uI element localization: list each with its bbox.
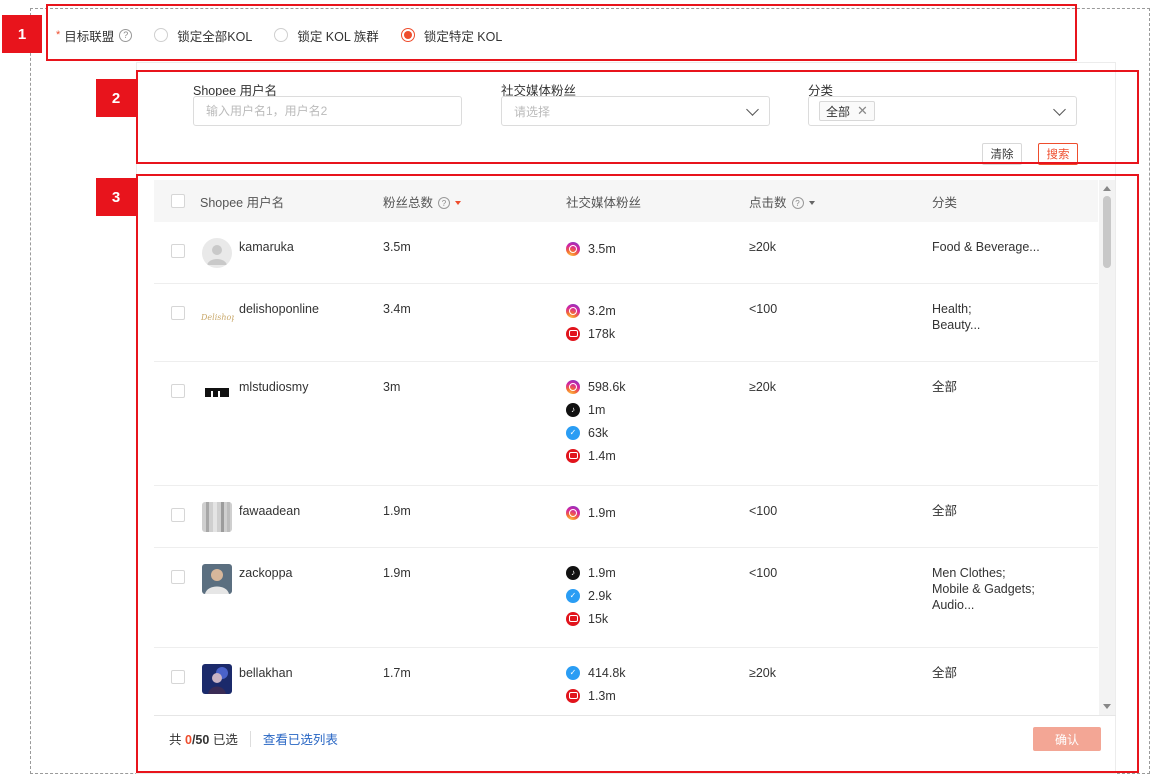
callout-box-2 xyxy=(136,70,1139,164)
callout-badge-1: 1 xyxy=(2,15,42,53)
callout-box-3 xyxy=(136,174,1139,773)
callout-box-1 xyxy=(46,4,1077,61)
callout-badge-2: 2 xyxy=(96,79,136,117)
callout-badge-3: 3 xyxy=(96,178,136,216)
